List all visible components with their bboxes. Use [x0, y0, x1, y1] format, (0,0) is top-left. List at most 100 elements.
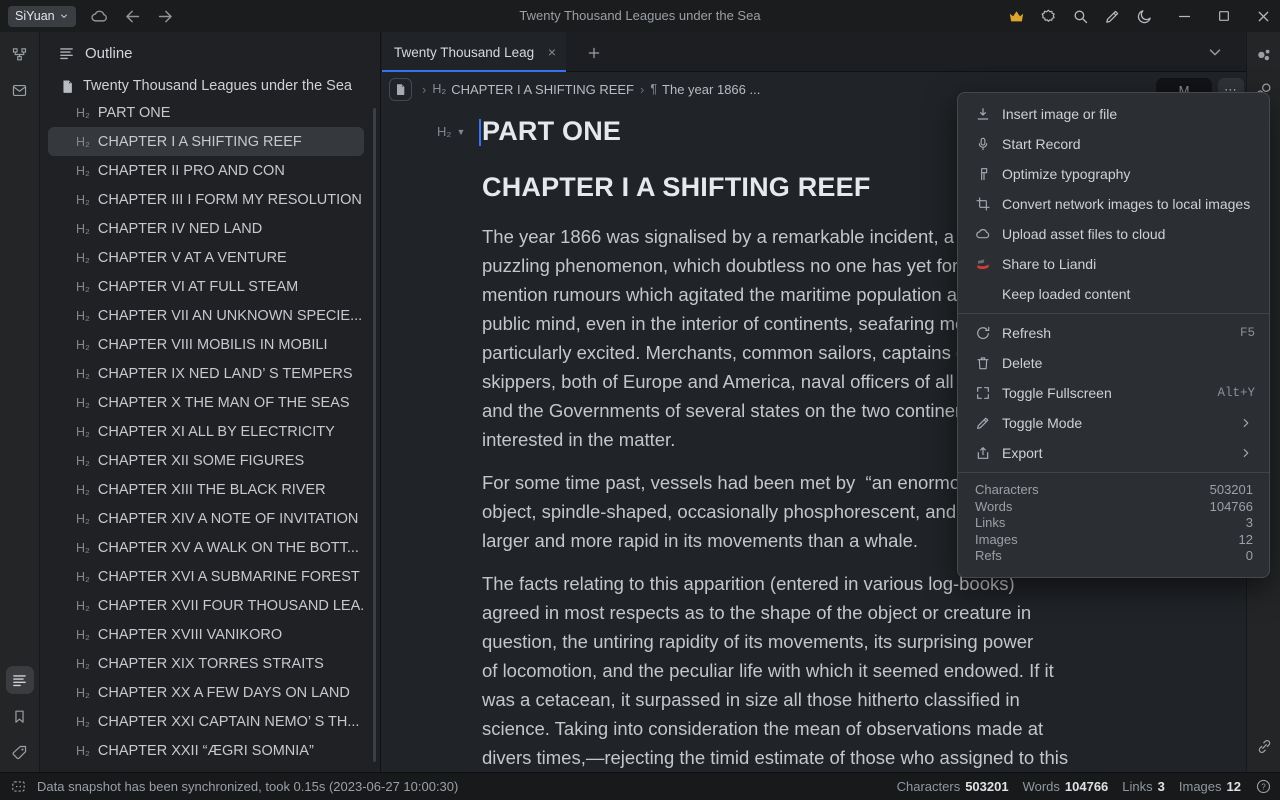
- left-dock: [0, 32, 40, 772]
- menu-item-export[interactable]: Export: [958, 438, 1269, 468]
- tag-icon[interactable]: [6, 738, 34, 766]
- outline-item[interactable]: H₂CHAPTER XIX TORRES STRAITS: [48, 649, 364, 678]
- chevron-down-icon: [1206, 43, 1224, 61]
- siyuan-menu[interactable]: SiYuan: [8, 6, 76, 27]
- menu-item-start-record[interactable]: Start Record: [958, 129, 1269, 159]
- outline-item[interactable]: H₂CHAPTER IV NED LAND: [48, 214, 364, 243]
- document-icon: [60, 79, 75, 94]
- bookmark-icon[interactable]: [6, 702, 34, 730]
- outline-item[interactable]: H₂CHAPTER XI ALL BY ELECTRICITY: [48, 417, 364, 446]
- file-tree-icon[interactable]: [6, 40, 34, 68]
- heading-gutter[interactable]: H₂ ▼: [437, 124, 465, 139]
- menu-item-toggle-fullscreen[interactable]: Toggle FullscreenAlt+Y: [958, 378, 1269, 408]
- outline-icon[interactable]: [6, 666, 34, 694]
- menu-item-upload-assets[interactable]: Upload asset files to cloud: [958, 219, 1269, 249]
- breadcrumb-paragraph[interactable]: ¶ The year 1866 ...: [650, 82, 760, 97]
- backlinks-icon[interactable]: [1252, 734, 1276, 758]
- status-stat-links: Links3: [1122, 779, 1165, 794]
- outline-item[interactable]: H₂CHAPTER XII SOME FIGURES: [48, 446, 364, 475]
- refresh-icon: [975, 325, 991, 341]
- edit-icon[interactable]: [1102, 8, 1123, 25]
- maximize-icon[interactable]: [1214, 8, 1234, 24]
- chevron-right-icon: [1239, 416, 1255, 430]
- back-icon[interactable]: [123, 7, 142, 26]
- outline-item[interactable]: H₂CHAPTER XVI A SUBMARINE FOREST: [48, 562, 364, 591]
- outline-item[interactable]: H₂CHAPTER VI AT FULL STEAM: [48, 272, 364, 301]
- outline-panel: Outline Twenty Thousand Leagues under th…: [40, 32, 380, 772]
- download-icon: [975, 106, 991, 122]
- inbox-icon[interactable]: [6, 76, 34, 104]
- outline-panel-header[interactable]: Outline: [40, 32, 380, 74]
- breadcrumb-doc-button[interactable]: [389, 78, 412, 101]
- outline-item[interactable]: H₂CHAPTER XVIII VANIKORO: [48, 620, 364, 649]
- chevron-right-icon: [1239, 446, 1255, 460]
- crop-icon: [975, 196, 991, 212]
- paragraph[interactable]: The facts relating to this apparition (e…: [482, 569, 1192, 772]
- close-icon[interactable]: [1253, 8, 1274, 25]
- outline-item[interactable]: H₂CHAPTER X THE MAN OF THE SEAS: [48, 388, 364, 417]
- search-icon[interactable]: [1070, 8, 1091, 25]
- outline-item[interactable]: H₂CHAPTER XX A FEW DAYS ON LAND: [48, 678, 364, 707]
- menu-item-share-to-liandi[interactable]: Share to Liandi: [958, 249, 1269, 279]
- outline-icon: [58, 45, 75, 62]
- help-icon[interactable]: [1255, 778, 1272, 795]
- outline-item[interactable]: H₂CHAPTER XIII THE BLACK RIVER: [48, 475, 364, 504]
- outline-item[interactable]: H₂CHAPTER VIII MOBILIS IN MOBILI: [48, 330, 364, 359]
- outline-item[interactable]: H₂CHAPTER XXII “ÆGRI SOMNIA”: [48, 736, 364, 765]
- graph-icon[interactable]: [1252, 44, 1276, 68]
- menu-separator: [958, 472, 1269, 473]
- theme-icon[interactable]: [1134, 8, 1155, 25]
- breadcrumb-heading[interactable]: H₂ CHAPTER I A SHIFTING REEF: [432, 82, 634, 97]
- stat-links: Links3: [975, 515, 1253, 532]
- menu-item-toggle-mode[interactable]: Toggle Mode: [958, 408, 1269, 438]
- tab-active[interactable]: Twenty Thousand Leag ×: [382, 32, 566, 72]
- menu-item-keep-loaded-content[interactable]: Keep loaded content: [958, 279, 1269, 309]
- outline-list: H₂PART ONE H₂CHAPTER I A SHIFTING REEF H…: [40, 98, 380, 765]
- trash-icon: [975, 355, 991, 371]
- document-stats: Characters503201 Words104766 Links3 Imag…: [958, 477, 1269, 571]
- outline-scrollbar[interactable]: [373, 108, 376, 762]
- tab-bar: Twenty Thousand Leag ×: [381, 32, 1246, 72]
- siyuan-window: SiYuan Twenty Thousand Leagues under the…: [0, 0, 1280, 800]
- fullscreen-icon: [975, 385, 991, 401]
- status-stat-characters: Characters503201: [897, 779, 1009, 794]
- minimize-icon[interactable]: [1174, 8, 1195, 25]
- menu-item-convert-network-images[interactable]: Convert network images to local images: [958, 189, 1269, 219]
- menu-item-refresh[interactable]: RefreshF5: [958, 318, 1269, 348]
- menu-item-insert-image-or-file[interactable]: Insert image or file: [958, 99, 1269, 129]
- outline-panel-title: Outline: [85, 45, 133, 62]
- status-stat-images: Images12: [1179, 779, 1241, 794]
- outline-item[interactable]: H₂CHAPTER VII AN UNKNOWN SPECIE...: [48, 301, 364, 330]
- crown-icon[interactable]: [1006, 8, 1027, 25]
- outline-item[interactable]: H₂CHAPTER XXI CAPTAIN NEMO’ S TH...: [48, 707, 364, 736]
- collapse-caret-icon: ▼: [456, 127, 465, 137]
- outline-item[interactable]: H₂CHAPTER III I FORM MY RESOLUTION: [48, 185, 364, 214]
- document-icon: [394, 83, 407, 96]
- tab-title: Twenty Thousand Leag: [394, 45, 546, 60]
- upload-cloud-icon: [975, 226, 991, 242]
- cloud-icon[interactable]: [90, 7, 109, 26]
- new-tab-button[interactable]: [583, 42, 605, 64]
- outline-item[interactable]: H₂CHAPTER V AT A VENTURE: [48, 243, 364, 272]
- snapshot-icon[interactable]: [10, 778, 27, 795]
- menu-item-optimize-typography[interactable]: Optimize typography: [958, 159, 1269, 189]
- forward-icon[interactable]: [156, 7, 175, 26]
- outline-doc-title: Twenty Thousand Leagues under the Sea: [83, 78, 352, 94]
- outline-item[interactable]: H₂CHAPTER XVII FOUR THOUSAND LEA...: [48, 591, 364, 620]
- stat-images: Images12: [975, 532, 1253, 549]
- menu-item-delete[interactable]: Delete: [958, 348, 1269, 378]
- outline-item[interactable]: H₂CHAPTER XIV A NOTE OF INVITATION: [48, 504, 364, 533]
- outline-item[interactable]: H₂CHAPTER II PRO AND CON: [48, 156, 364, 185]
- menu-separator: [958, 313, 1269, 314]
- tab-close-icon[interactable]: ×: [546, 44, 558, 60]
- outline-doc-item[interactable]: Twenty Thousand Leagues under the Sea: [40, 74, 380, 98]
- tab-list-button[interactable]: [1206, 43, 1224, 61]
- outline-item[interactable]: H₂CHAPTER XV A WALK ON THE BOTT...: [48, 533, 364, 562]
- outline-item[interactable]: H₂PART ONE: [48, 98, 364, 127]
- outline-item-selected[interactable]: H₂CHAPTER I A SHIFTING REEF: [48, 127, 364, 156]
- outline-item[interactable]: H₂CHAPTER IX NED LAND’ S TEMPERS: [48, 359, 364, 388]
- pencil-icon: [975, 415, 991, 431]
- chevron-right-icon: ›: [640, 82, 644, 97]
- bazaar-icon[interactable]: [1038, 8, 1059, 25]
- export-icon: [975, 445, 991, 461]
